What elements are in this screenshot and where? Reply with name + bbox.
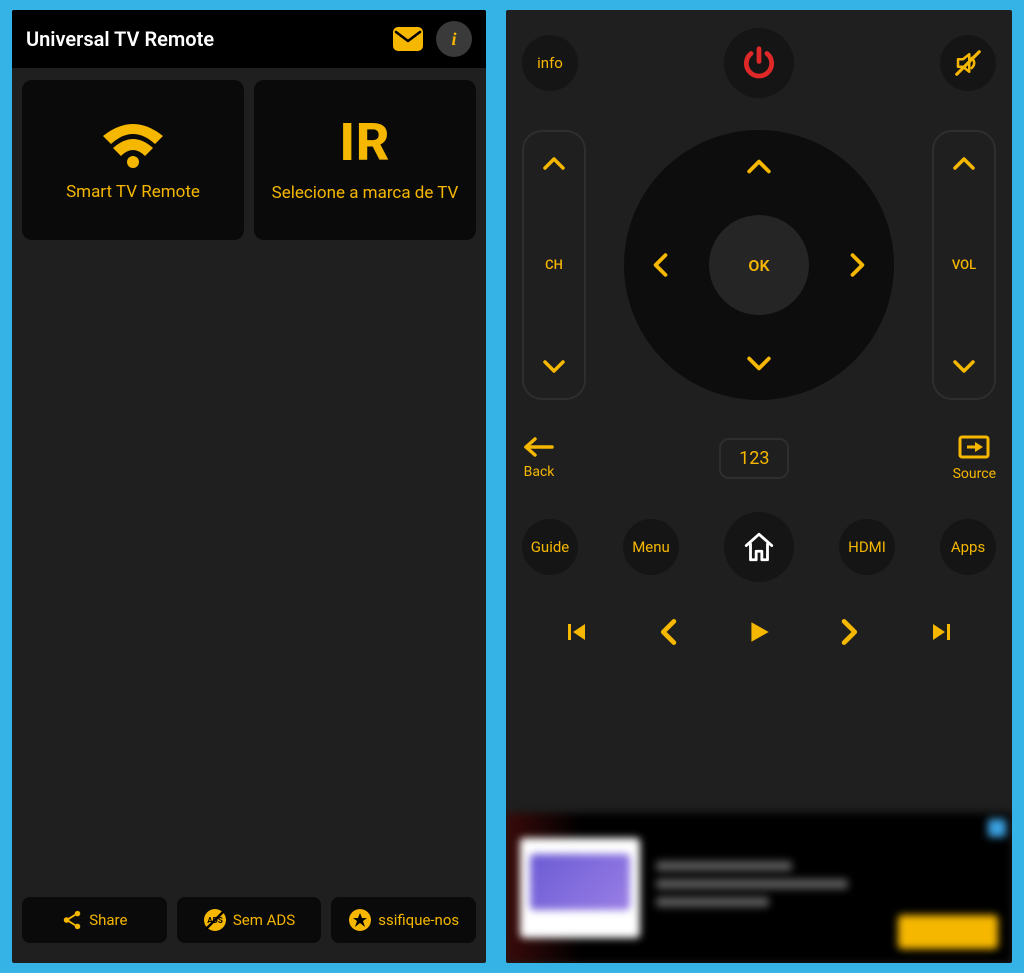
dpad-right[interactable] <box>838 245 878 285</box>
ad-close-icon[interactable] <box>988 819 1006 837</box>
info-icon: i <box>451 29 456 50</box>
share-label: Share <box>89 911 127 929</box>
app-title: Universal TV Remote <box>26 27 380 51</box>
no-ads-label: Sem ADS <box>233 911 295 929</box>
numpad-label: 123 <box>739 448 769 469</box>
ok-label: OK <box>748 256 769 275</box>
share-icon <box>61 909 83 931</box>
ir-sub-label: Selecione a marca de TV <box>272 183 459 203</box>
chevron-up-icon <box>953 156 975 170</box>
no-ads-button[interactable]: ADS Sem ADS <box>177 897 322 943</box>
chevron-up-icon <box>543 156 565 170</box>
nav-area: CH OK <box>522 130 996 400</box>
ad-thumbnail <box>520 838 640 938</box>
ir-card[interactable]: IR Selecione a marca de TV <box>254 80 476 240</box>
shortcut-row: Guide Menu HDMI Apps <box>522 512 996 582</box>
mid-row: Back 123 Source <box>522 434 996 482</box>
info-button[interactable]: i <box>436 21 472 57</box>
back-label: Back <box>524 464 555 480</box>
no-ads-icon: ADS <box>203 908 227 932</box>
app-home-screen: Universal TV Remote i Smart TV Remote IR… <box>12 10 486 963</box>
chevron-down-icon <box>543 360 565 374</box>
channel-rocker[interactable]: CH <box>522 130 586 400</box>
source-button[interactable]: Source <box>953 434 996 482</box>
wifi-icon <box>98 118 168 168</box>
menu-button[interactable]: Menu <box>623 519 679 575</box>
skip-next-button[interactable] <box>921 612 961 652</box>
source-label: Source <box>953 466 996 482</box>
mute-button[interactable] <box>940 35 996 91</box>
skip-prev-button[interactable] <box>557 612 597 652</box>
skip-prev-icon <box>565 620 589 644</box>
source-icon <box>957 434 991 460</box>
chevron-right-icon <box>850 253 866 277</box>
volume-rocker[interactable]: VOL <box>932 130 996 400</box>
back-button[interactable]: Back <box>522 436 556 480</box>
channel-label: CH <box>545 258 563 273</box>
ir-big-label: IR <box>339 117 390 169</box>
chevron-left-icon <box>659 619 677 645</box>
ad-banner[interactable] <box>506 813 1012 963</box>
info-button[interactable]: info <box>522 35 578 91</box>
menu-label: Menu <box>632 538 670 556</box>
dpad-up[interactable] <box>739 146 779 186</box>
dpad-down[interactable] <box>739 344 779 384</box>
mail-button[interactable] <box>390 21 426 57</box>
apps-button[interactable]: Apps <box>940 519 996 575</box>
smart-tv-card[interactable]: Smart TV Remote <box>22 80 244 240</box>
home-button[interactable] <box>724 512 794 582</box>
bottom-button-row: Share ADS Sem ADS ssifique-nos <box>12 883 486 963</box>
play-icon <box>746 617 772 647</box>
transport-row <box>522 612 996 652</box>
apps-label: Apps <box>951 538 985 556</box>
dpad-wrap: OK <box>598 130 920 400</box>
skip-next-icon <box>929 620 953 644</box>
dpad: OK <box>624 130 894 400</box>
guide-button[interactable]: Guide <box>522 519 578 575</box>
rate-label: ssifique-nos <box>378 911 459 929</box>
home-icon <box>742 530 776 564</box>
spacer <box>12 252 486 883</box>
volume-label: VOL <box>952 258 976 273</box>
chevron-left-icon <box>652 253 668 277</box>
chevron-right-icon <box>841 619 859 645</box>
guide-label: Guide <box>531 538 570 556</box>
chevron-down-icon <box>953 360 975 374</box>
mode-cards: Smart TV Remote IR Selecione a marca de … <box>12 68 486 252</box>
chevron-down-icon <box>747 356 771 372</box>
numpad-button[interactable]: 123 <box>719 438 789 479</box>
smart-tv-label: Smart TV Remote <box>66 182 200 202</box>
ok-button[interactable]: OK <box>709 215 809 315</box>
info-label: info <box>537 54 563 72</box>
top-bar: Universal TV Remote i <box>12 10 486 68</box>
ad-cta-button[interactable] <box>898 915 998 949</box>
play-button[interactable] <box>739 612 779 652</box>
dpad-left[interactable] <box>640 245 680 285</box>
arrow-left-icon <box>522 436 556 458</box>
top-row: info <box>522 28 996 98</box>
hdmi-button[interactable]: HDMI <box>839 519 895 575</box>
ad-text <box>656 861 882 915</box>
power-icon <box>740 44 778 82</box>
star-badge-icon <box>348 908 372 932</box>
hdmi-label: HDMI <box>848 538 886 556</box>
power-button[interactable] <box>724 28 794 98</box>
mute-icon <box>953 48 983 78</box>
forward-button[interactable] <box>830 612 870 652</box>
share-button[interactable]: Share <box>22 897 167 943</box>
remote-screen: info CH <box>506 10 1012 963</box>
chevron-up-icon <box>747 158 771 174</box>
mail-icon <box>393 27 423 51</box>
rate-us-button[interactable]: ssifique-nos <box>331 897 476 943</box>
rewind-button[interactable] <box>648 612 688 652</box>
